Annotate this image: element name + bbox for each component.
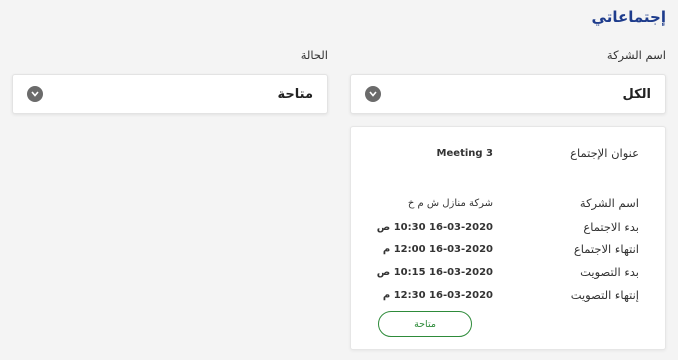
- status-select[interactable]: متاحة: [12, 74, 328, 114]
- meeting-title-value: Meeting 3: [436, 147, 493, 159]
- voting-end-label: إنتهاء التصويت: [570, 288, 639, 302]
- company-filter-label: اسم الشركة: [606, 48, 666, 62]
- company-select-value: الكل: [622, 86, 651, 102]
- status-filter-label: الحالة: [300, 48, 328, 62]
- voting-start-row: بدء التصويت 16-03-2020 10:15 ص: [351, 264, 665, 280]
- meeting-start-row: بدء الاجتماع 16-03-2020 10:30 ص: [351, 219, 665, 235]
- meeting-title-row: عنوان الإجتماع Meeting 3: [351, 145, 665, 161]
- company-name-row: اسم الشركة شركة منازل ش م خ: [351, 195, 665, 211]
- voting-start-value: 16-03-2020 10:15 ص: [376, 266, 493, 278]
- voting-start-label: بدء التصويت: [580, 265, 639, 279]
- page-title: إجتماعاتي: [591, 8, 666, 26]
- chevron-down-icon[interactable]: [365, 86, 381, 102]
- meeting-start-value: 16-03-2020 10:30 ص: [376, 221, 493, 233]
- company-name-value: شركة منازل ش م خ: [407, 197, 493, 209]
- chevron-down-icon[interactable]: [27, 86, 43, 102]
- meeting-end-row: انتهاء الاجتماع 16-03-2020 12:00 م: [351, 241, 665, 257]
- meeting-end-label: انتهاء الاجتماع: [573, 242, 639, 256]
- company-name-label: اسم الشركة: [579, 196, 639, 210]
- status-available-button[interactable]: متاحة: [378, 311, 472, 337]
- voting-end-row: إنتهاء التصويت 16-03-2020 12:30 م: [351, 287, 665, 303]
- meeting-end-value: 16-03-2020 12:00 م: [382, 243, 493, 255]
- meeting-start-label: بدء الاجتماع: [583, 220, 639, 234]
- meeting-title-label: عنوان الإجتماع: [570, 146, 639, 160]
- meeting-card[interactable]: عنوان الإجتماع Meeting 3 اسم الشركة شركة…: [350, 126, 666, 350]
- company-select[interactable]: الكل: [350, 74, 666, 114]
- voting-end-value: 16-03-2020 12:30 م: [382, 289, 493, 301]
- status-select-value: متاحة: [277, 86, 314, 102]
